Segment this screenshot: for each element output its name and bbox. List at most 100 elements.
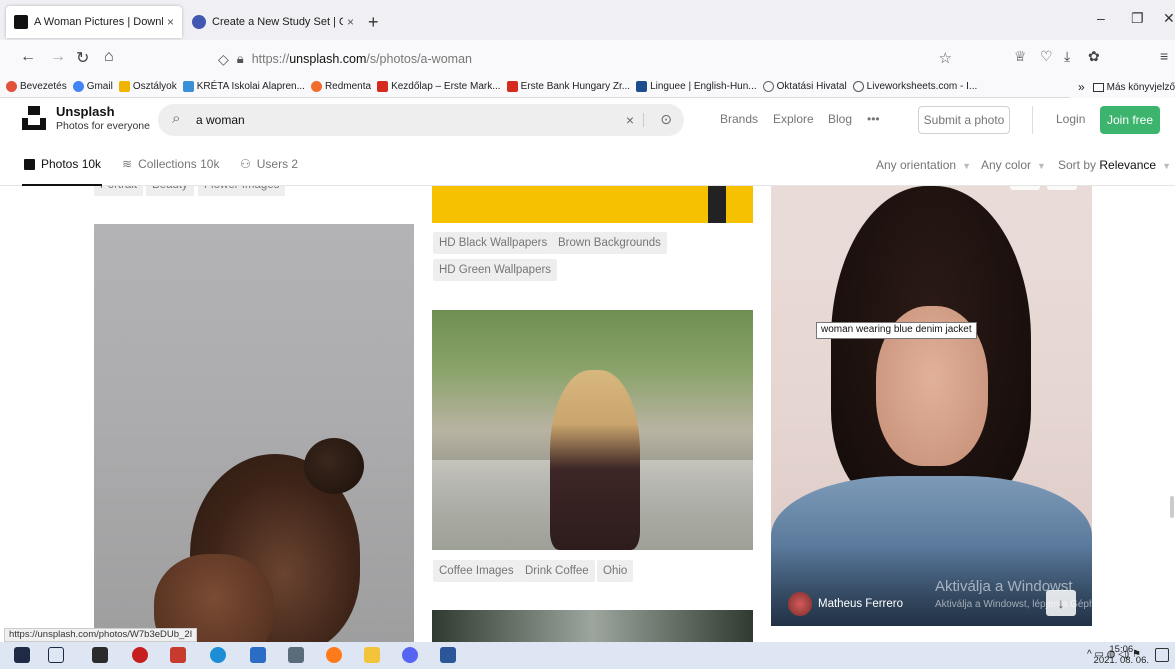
- color-filter[interactable]: Any color ▼: [981, 158, 1046, 172]
- photo-author[interactable]: Matheus Ferrero: [788, 592, 903, 616]
- firefox-icon[interactable]: [326, 647, 342, 663]
- app-icon[interactable]: [132, 647, 148, 663]
- extension-icon[interactable]: ✿: [1088, 48, 1100, 65]
- downloads-icon[interactable]: ⤓: [1064, 48, 1070, 65]
- tag-chip[interactable]: Coffee Images: [433, 560, 520, 582]
- tag-chip[interactable]: Beauty: [146, 186, 194, 196]
- erste-icon: [506, 81, 518, 92]
- photo-woman-coffee[interactable]: [432, 310, 753, 550]
- bookmarks-overflow-icon[interactable]: »: [1078, 80, 1085, 94]
- reader-icon[interactable]: ♕: [1014, 48, 1027, 65]
- minimize-icon[interactable]: –: [1097, 10, 1105, 26]
- filter-bar: Photos 10k ≋ Collections 10k ⚇ Users 2 A…: [0, 142, 1175, 186]
- notifications-icon[interactable]: [1155, 648, 1169, 662]
- orientation-filter[interactable]: Any orientation ▼: [876, 158, 971, 172]
- download-icon[interactable]: ↓: [1046, 590, 1076, 616]
- tab-photos[interactable]: Photos 10k: [24, 157, 101, 171]
- tag-chip[interactable]: Portrait: [94, 186, 144, 196]
- pocket-icon[interactable]: ♡: [1040, 48, 1053, 65]
- windows-start-icon[interactable]: [14, 647, 30, 663]
- bookmark-item[interactable]: Liveworksheets.com - I...: [852, 81, 977, 92]
- close-tab-icon[interactable]: ×: [167, 15, 174, 29]
- tag-chip[interactable]: Drink Coffee: [519, 560, 595, 582]
- forward-arrow-icon[interactable]: →: [50, 48, 66, 66]
- bookmark-item[interactable]: Oktatási Hivatal: [762, 81, 847, 92]
- tab-quizlet[interactable]: Create a New Study Set | Quizle ×: [184, 6, 362, 38]
- clock[interactable]: 15:06 2021. 08. 06.: [1094, 644, 1149, 666]
- bookmark-item[interactable]: Redmenta: [310, 81, 371, 92]
- avatar: [788, 592, 812, 616]
- close-tab-icon[interactable]: ×: [347, 15, 354, 29]
- bookmark-item[interactable]: Bevezetés: [6, 81, 67, 92]
- quizlet-favicon-icon: [192, 15, 206, 29]
- nav-blog[interactable]: Blog: [828, 112, 852, 126]
- navigation-bar: ← → ↻ ⌂ ◇ 🔒︎ https://unsplash.com/s/phot…: [0, 40, 1175, 76]
- app-icon[interactable]: [250, 647, 266, 663]
- address-bar[interactable]: ◇ 🔒︎ https://unsplash.com/s/photos/a-wom…: [206, 44, 966, 74]
- tag-chip[interactable]: Flower Images: [198, 186, 286, 196]
- search-input[interactable]: a woman: [196, 113, 245, 127]
- site-header: Unsplash Photos for everyone ⌕ a woman ×…: [0, 98, 1175, 142]
- other-bookmarks[interactable]: Más könyvjelző: [1107, 82, 1175, 93]
- bookmark-item[interactable]: Osztályok: [118, 81, 177, 92]
- tab-unsplash[interactable]: A Woman Pictures | Download F ×: [6, 6, 182, 38]
- photo-plants[interactable]: [432, 610, 753, 642]
- photo-woman-denim[interactable]: [771, 186, 1092, 626]
- tab-collections[interactable]: ≋ Collections 10k: [122, 157, 219, 171]
- calculator-icon[interactable]: [288, 647, 304, 663]
- bookmark-item[interactable]: Gmail: [72, 81, 113, 92]
- lock-icon[interactable]: 🔒︎: [237, 51, 244, 67]
- home-icon[interactable]: ⌂: [104, 48, 114, 66]
- close-window-icon[interactable]: ✕: [1163, 10, 1175, 27]
- login-link[interactable]: Login: [1056, 112, 1085, 126]
- menu-icon[interactable]: ≡: [1160, 48, 1168, 64]
- bookmarks-bar: Bevezetés Gmail Osztályok KRÉTA Iskolai …: [0, 76, 1175, 98]
- url-text[interactable]: https://unsplash.com/s/photos/a-woman: [252, 52, 472, 66]
- bookmark-item[interactable]: KRÉTA Iskolai Alapren...: [182, 81, 305, 92]
- app-icon[interactable]: [170, 647, 186, 663]
- brand-tagline: Photos for everyone: [56, 120, 150, 132]
- linguee-icon: [636, 81, 648, 92]
- submit-photo-button[interactable]: Submit a photo: [918, 106, 1010, 134]
- tag-chip[interactable]: Ohio: [597, 560, 634, 582]
- store-icon[interactable]: [92, 647, 108, 663]
- bookmark-label: Erste Bank Hungary Zr...: [520, 81, 631, 92]
- nav-explore[interactable]: Explore: [773, 112, 814, 126]
- visual-search-icon[interactable]: ⊙: [660, 111, 672, 128]
- bookmark-star-icon[interactable]: ☆: [939, 49, 952, 67]
- search-icon[interactable]: ⌕: [172, 110, 180, 127]
- new-tab-button[interactable]: +: [368, 12, 379, 33]
- tag-chip[interactable]: HD Green Wallpapers: [433, 259, 558, 281]
- tab-users[interactable]: ⚇ Users 2: [240, 157, 298, 171]
- more-icon[interactable]: •••: [867, 112, 880, 126]
- clear-search-icon[interactable]: ×: [626, 112, 634, 128]
- back-arrow-icon[interactable]: ←: [20, 48, 36, 66]
- search-bar[interactable]: ⌕ a woman × ⊙: [158, 104, 684, 136]
- bookmark-label: Linguee | English-Hun...: [650, 81, 757, 92]
- photo-subject: [304, 438, 364, 494]
- edge-icon[interactable]: [210, 647, 226, 663]
- photo-woman-bun[interactable]: [94, 224, 414, 642]
- bookmark-item[interactable]: Linguee | English-Hun...: [636, 81, 757, 92]
- windows-taskbar: ^ ▭ ◍ ◁) ⚑ 15:06 2021. 08. 06.: [0, 642, 1175, 669]
- redmenta-icon: [310, 81, 322, 92]
- bookmark-item[interactable]: Erste Bank Hungary Zr...: [506, 81, 631, 92]
- like-button[interactable]: [1010, 186, 1040, 190]
- photo-yellow-wall[interactable]: [432, 186, 753, 223]
- discord-icon[interactable]: [402, 647, 418, 663]
- tag-chip[interactable]: Brown Backgrounds: [552, 232, 667, 254]
- sort-filter[interactable]: Sort by Relevance ▼: [1058, 158, 1171, 172]
- bookmark-label: Oktatási Hivatal: [776, 81, 847, 92]
- join-free-button[interactable]: Join free: [1100, 106, 1160, 134]
- task-view-icon[interactable]: [48, 647, 64, 663]
- restore-icon[interactable]: ❐: [1131, 10, 1144, 27]
- bookmark-item[interactable]: Kezdőlap – Erste Mark...: [377, 81, 501, 92]
- nav-brands[interactable]: Brands: [720, 112, 758, 126]
- word-icon[interactable]: [440, 647, 456, 663]
- scrollbar[interactable]: [1170, 496, 1174, 518]
- tracking-shield-icon[interactable]: ◇: [218, 51, 229, 68]
- reload-icon[interactable]: ↻: [76, 48, 89, 68]
- tag-chip[interactable]: HD Black Wallpapers: [433, 232, 554, 254]
- file-explorer-icon[interactable]: [364, 647, 380, 663]
- collect-button[interactable]: [1047, 186, 1077, 190]
